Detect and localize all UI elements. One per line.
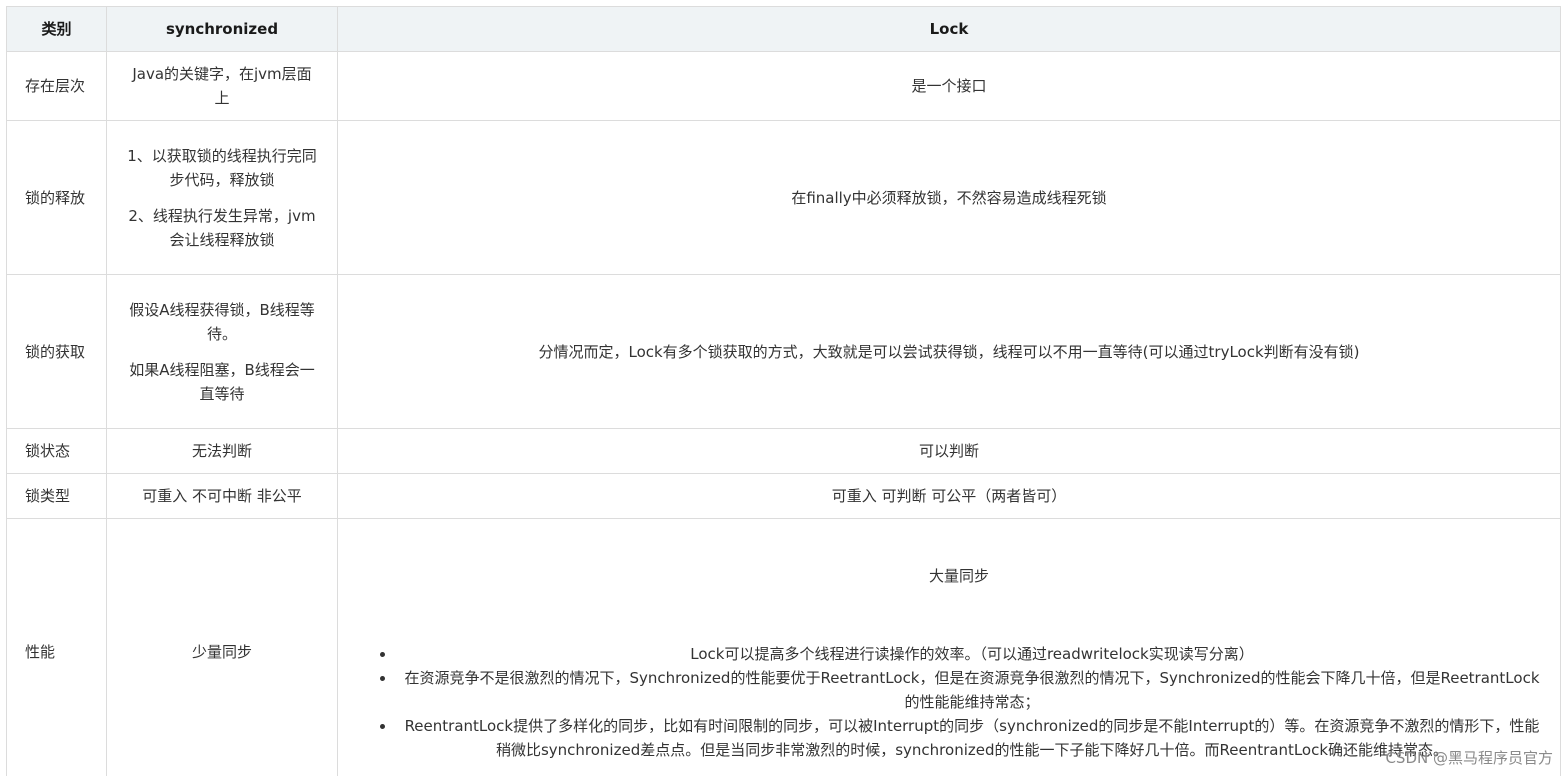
row-sync-cell: 可重入 不可中断 非公平	[106, 473, 338, 519]
table-row: 性能 少量同步 大量同步 Lock可以提高多个线程进行读操作的效率。（可以通过r…	[6, 518, 1561, 776]
row-category: 性能	[6, 518, 107, 776]
row-category: 锁的释放	[6, 120, 107, 275]
table-row: 存在层次 Java的关键字，在jvm层面上 是一个接口	[6, 51, 1561, 121]
header-row: 类别 synchronized Lock	[6, 6, 1561, 52]
comparison-table: 类别 synchronized Lock 存在层次 Java的关键字，在jvm层…	[6, 6, 1561, 776]
header-category: 类别	[6, 6, 107, 52]
row-lock-cell: 在finally中必须释放锁，不然容易造成线程死锁	[337, 120, 1561, 275]
table-row: 锁的获取 假设A线程获得锁，B线程等待。 如果A线程阻塞，B线程会一直等待 分情…	[6, 274, 1561, 429]
row-sync-cell: 少量同步	[106, 518, 338, 776]
sync-text: 少量同步	[191, 643, 252, 661]
row-lock-cell: 是一个接口	[337, 51, 1561, 121]
list-item: ReentrantLock提供了多样化的同步，比如有时间限制的同步，可以被Int…	[396, 714, 1540, 762]
watermark: CSDN @黑马程序员官方	[1385, 749, 1553, 767]
row-sync-cell: 1、以获取锁的线程执行完同步代码，释放锁 2、线程执行发生异常，jvm会让线程释…	[106, 120, 338, 275]
row-sync-cell: 无法判断	[106, 428, 338, 474]
row-category: 锁类型	[6, 473, 107, 519]
row-category: 存在层次	[6, 51, 107, 121]
row-category: 锁状态	[6, 428, 107, 474]
lock-performance-list: Lock可以提高多个线程进行读操作的效率。（可以通过readwritelock实…	[378, 642, 1540, 762]
row-lock-cell: 大量同步 Lock可以提高多个线程进行读操作的效率。（可以通过readwrite…	[337, 518, 1561, 776]
list-item: Lock可以提高多个线程进行读操作的效率。（可以通过readwritelock实…	[396, 642, 1540, 666]
table-row: 锁的释放 1、以获取锁的线程执行完同步代码，释放锁 2、线程执行发生异常，jvm…	[6, 120, 1561, 275]
list-item: 在资源竞争不是很激烈的情况下，Synchronized的性能要优于Reetran…	[396, 666, 1540, 714]
sync-text: Java的关键字，在jvm层面上	[132, 65, 312, 107]
row-sync-cell: 假设A线程获得锁，B线程等待。 如果A线程阻塞，B线程会一直等待	[106, 274, 338, 429]
sync-text: 1、以获取锁的线程执行完同步代码，释放锁	[127, 146, 317, 189]
lock-performance-title: 大量同步	[928, 567, 989, 585]
header-synchronized: synchronized	[106, 6, 338, 52]
sync-text: 如果A线程阻塞，B线程会一直等待	[129, 360, 315, 403]
row-lock-cell: 可以判断	[337, 428, 1561, 474]
row-sync-cell: Java的关键字，在jvm层面上	[106, 51, 338, 121]
sync-text: 2、线程执行发生异常，jvm会让线程释放锁	[128, 206, 316, 249]
header-lock: Lock	[337, 6, 1561, 52]
table-row: 锁类型 可重入 不可中断 非公平 可重入 可判断 可公平（两者皆可）	[6, 473, 1561, 519]
sync-text: 无法判断	[191, 442, 252, 460]
row-category: 锁的获取	[6, 274, 107, 429]
sync-text: 假设A线程获得锁，B线程等待。	[129, 300, 315, 343]
sync-text: 可重入 不可中断 非公平	[142, 487, 302, 505]
table-row: 锁状态 无法判断 可以判断	[6, 428, 1561, 474]
row-lock-cell: 可重入 可判断 可公平（两者皆可）	[337, 473, 1561, 519]
row-lock-cell: 分情况而定，Lock有多个锁获取的方式，大致就是可以尝试获得锁，线程可以不用一直…	[337, 274, 1561, 429]
